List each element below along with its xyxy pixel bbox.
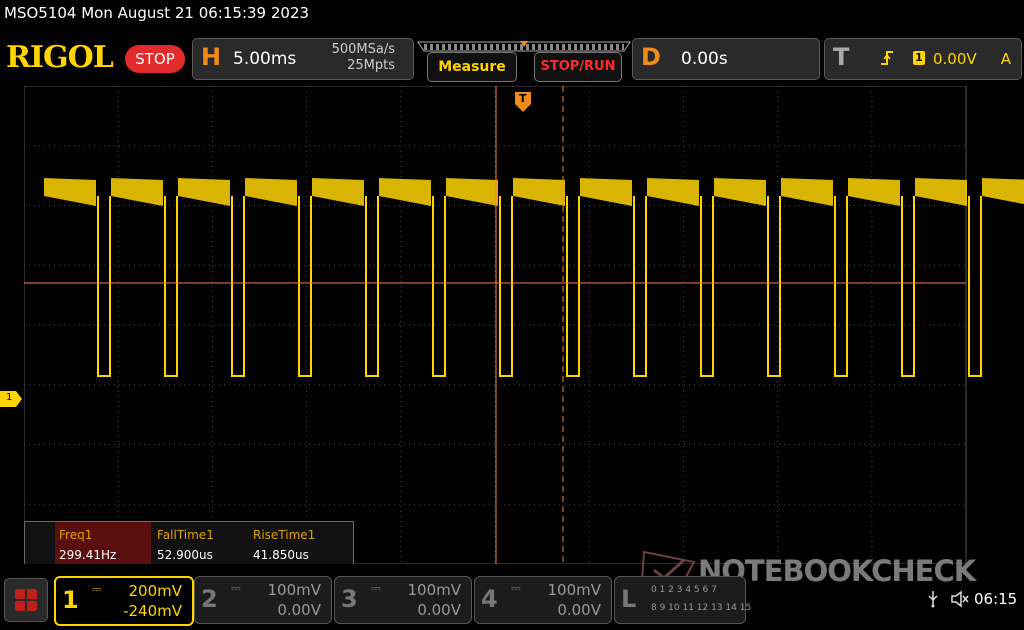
run-state-badge[interactable]: STOP <box>125 45 185 73</box>
measurement-value: 52.900us <box>157 548 213 562</box>
signal-high-segment <box>44 178 96 206</box>
signal-low-pulse <box>97 196 111 377</box>
logic-letter: L <box>621 585 637 613</box>
channel-number: 3 <box>341 585 358 613</box>
dc-coupling-icon: ⎓ <box>92 582 102 596</box>
logic-channels-row1: 0 1 2 3 4 5 6 7 <box>651 585 717 595</box>
memory-position-bar[interactable] <box>414 38 634 52</box>
trigger-level: 0.00V <box>933 50 977 68</box>
signal-low-pulse <box>968 196 982 377</box>
signal-low-pulse <box>566 196 580 377</box>
signal-high-segment <box>781 178 833 206</box>
logic-channels-row2: 8 9 10 11 12 13 14 15 <box>651 603 752 613</box>
signal-low-pulse <box>231 196 245 377</box>
channel-offset: 0.00V <box>277 601 321 619</box>
measurement-label: RiseTime1 <box>253 528 316 542</box>
channel-scale: 100mV <box>547 581 601 599</box>
channel-offset: 0.00V <box>417 601 461 619</box>
usb-icon <box>926 590 940 612</box>
trigger-source-badge: 1 <box>913 51 925 65</box>
memory-depth: 25Mpts <box>347 58 395 73</box>
signal-low-pulse <box>767 196 781 377</box>
channel-4-button[interactable]: 4 ⎓ 100mV 0.00V <box>474 576 612 624</box>
horizontal-letter: H <box>201 43 222 71</box>
status-clock: 06:15 <box>974 590 1018 608</box>
measurement-label: FallTime1 <box>157 528 214 542</box>
waveform-svg <box>23 85 1024 565</box>
dc-coupling-icon: ⎓ <box>511 581 521 595</box>
signal-low-pulse <box>499 196 513 377</box>
rising-edge-icon <box>879 49 895 71</box>
signal-high-segment <box>915 178 967 206</box>
signal-high-segment <box>647 178 699 206</box>
signal-high-segment <box>111 178 163 206</box>
channel-3-button[interactable]: 3 ⎓ 100mV 0.00V <box>334 576 472 624</box>
signal-high-segment <box>178 178 230 206</box>
measurement-value: 41.850us <box>253 548 309 562</box>
signal-high-segment <box>245 178 297 206</box>
signal-high-segment <box>982 178 1024 205</box>
measure-button[interactable]: Measure <box>427 52 517 82</box>
logic-analyzer-button[interactable]: L 0 1 2 3 4 5 6 7 8 9 10 11 12 13 14 15 <box>614 576 751 624</box>
channel-1-marker-label: 1 <box>6 392 13 403</box>
signal-low-pulse <box>164 196 178 377</box>
signal-high-segment <box>714 178 766 206</box>
signal-high-segment <box>446 178 498 206</box>
waveform-display[interactable] <box>23 85 1024 565</box>
signal-low-pulse <box>901 196 915 377</box>
signal-high-segment <box>379 178 431 206</box>
channel-scale: 100mV <box>407 581 461 599</box>
channel-offset: 0.00V <box>557 601 601 619</box>
signal-low-pulse <box>834 196 848 377</box>
measurement-falltime[interactable]: FallTime1 52.900us <box>153 522 249 564</box>
trigger-position-label: T <box>519 92 527 105</box>
measurement-value: 299.41Hz <box>59 548 117 562</box>
signal-high-segment <box>312 178 364 206</box>
trigger-letter: T <box>833 43 850 71</box>
grid-menu-icon[interactable] <box>4 578 48 622</box>
signal-high-segment <box>848 178 900 206</box>
rigol-logo: RIGOL <box>6 40 114 75</box>
delay-letter: D <box>641 43 661 71</box>
channel-number: 2 <box>201 585 218 613</box>
signal-low-pulse <box>700 196 714 377</box>
signal-high-segment <box>513 178 565 206</box>
signal-low-pulse <box>432 196 446 377</box>
signal-low-pulse <box>633 196 647 377</box>
channel-offset: -240mV <box>123 602 182 620</box>
channel-2-button[interactable]: 2 ⎓ 100mV 0.00V <box>194 576 332 624</box>
trigger-panel[interactable]: T 1 0.00V A <box>824 38 1022 80</box>
trigger-mode: A <box>1000 50 1011 68</box>
signal-high-segment <box>580 178 632 206</box>
device-title: MSO5104 Mon August 21 06:15:39 2023 <box>4 4 310 22</box>
delay-value: 0.00s <box>681 49 728 69</box>
channel-number: 1 <box>62 586 79 614</box>
delay-panel[interactable]: D 0.00s <box>632 38 820 80</box>
dc-coupling-icon: ⎓ <box>231 581 241 595</box>
signal-low-pulse <box>298 196 312 377</box>
measurement-panel[interactable]: Freq1 299.41Hz FallTime1 52.900us RiseTi… <box>24 521 354 564</box>
measurement-freq[interactable]: Freq1 299.41Hz <box>55 522 151 564</box>
dc-coupling-icon: ⎓ <box>371 581 381 595</box>
stop-run-button[interactable]: STOP/RUN <box>534 52 622 82</box>
sample-rate: 500MSa/s <box>331 42 395 57</box>
trigger-position-marker[interactable]: T <box>515 92 531 116</box>
channel-scale: 200mV <box>128 582 182 600</box>
channel-scale: 100mV <box>267 581 321 599</box>
timebase-value: 5.00ms <box>233 49 297 69</box>
channel-1-marker[interactable]: 1 <box>0 391 22 411</box>
channel-number: 4 <box>481 585 498 613</box>
signal-low-pulse <box>365 196 379 377</box>
horizontal-panel[interactable]: H 5.00ms 500MSa/s 25Mpts <box>192 38 414 80</box>
channel-1-button[interactable]: 1 ⎓ 200mV -240mV <box>54 576 194 626</box>
measurement-risetime[interactable]: RiseTime1 41.850us <box>249 522 345 564</box>
measurement-label: Freq1 <box>59 528 93 542</box>
speaker-muted-icon[interactable] <box>950 590 970 612</box>
